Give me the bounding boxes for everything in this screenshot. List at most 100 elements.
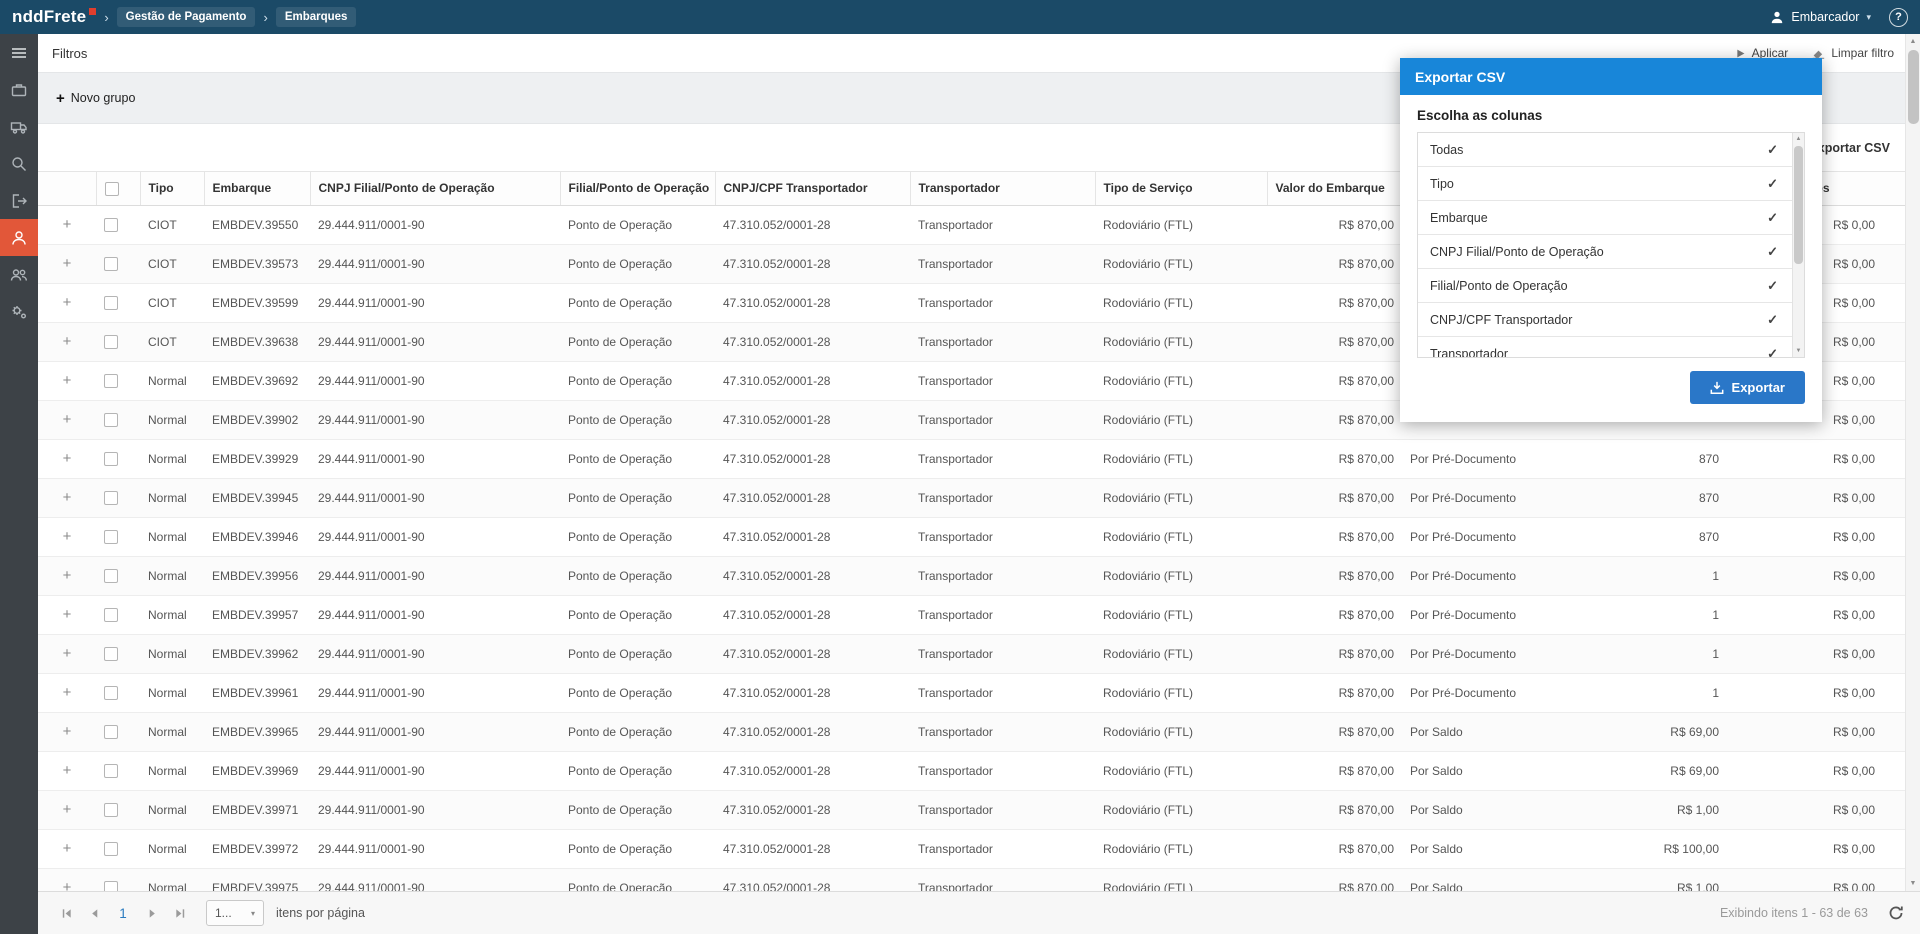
- col-header-cnpj-transportador[interactable]: CNPJ/CPF Transportador: [715, 172, 910, 206]
- sidebar-item-search[interactable]: [0, 145, 38, 182]
- export-button[interactable]: Exportar: [1690, 371, 1805, 404]
- column-option[interactable]: Filial/Ponto de Operação✓: [1418, 269, 1804, 303]
- breadcrumb-embarques[interactable]: Embarques: [276, 7, 357, 27]
- col-header-tipo-servico[interactable]: Tipo de Serviço: [1095, 172, 1267, 206]
- expand-row-icon[interactable]: +: [63, 567, 72, 584]
- cell-cnpj_transp: 47.310.052/0001-28: [715, 322, 910, 361]
- row-checkbox[interactable]: [104, 725, 118, 739]
- row-checkbox[interactable]: [104, 803, 118, 817]
- cell-transportador: Transportador: [910, 205, 1095, 244]
- row-checkbox[interactable]: [104, 764, 118, 778]
- scrollbar-thumb[interactable]: [1908, 50, 1919, 124]
- cell-servico: Rodoviário (FTL): [1095, 751, 1267, 790]
- cell-tipo: Normal: [140, 361, 204, 400]
- row-checkbox[interactable]: [104, 218, 118, 232]
- play-icon: [1735, 48, 1746, 59]
- col-header-valor-embarque[interactable]: Valor do Embarque: [1267, 172, 1402, 206]
- sidebar-item-settings[interactable]: [0, 293, 38, 330]
- scroll-up-icon[interactable]: ▲: [1793, 136, 1804, 142]
- first-page-button[interactable]: [54, 901, 78, 925]
- column-option[interactable]: Todas✓: [1418, 133, 1804, 167]
- column-option[interactable]: CNPJ Filial/Ponto de Operação✓: [1418, 235, 1804, 269]
- check-icon: ✓: [1767, 244, 1778, 260]
- scroll-down-icon[interactable]: ▼: [1793, 348, 1804, 354]
- expand-row-icon[interactable]: +: [63, 294, 72, 311]
- cell-valor: R$ 870,00: [1267, 478, 1402, 517]
- expand-row-icon[interactable]: +: [63, 684, 72, 701]
- sidebar-item-users[interactable]: [0, 256, 38, 293]
- cell-filial: Ponto de Operação: [560, 751, 715, 790]
- row-checkbox[interactable]: [104, 569, 118, 583]
- expand-row-icon[interactable]: +: [63, 411, 72, 428]
- last-page-button[interactable]: [168, 901, 192, 925]
- breadcrumb-gestao-pagamento[interactable]: Gestão de Pagamento: [117, 7, 256, 27]
- column-option[interactable]: Embarque✓: [1418, 201, 1804, 235]
- cell-cnpj_filial: 29.444.911/0001-90: [310, 361, 560, 400]
- page-size-select[interactable]: 1... ▾: [206, 900, 264, 926]
- cell-filial: Ponto de Operação: [560, 400, 715, 439]
- cell-saldo: 1: [1572, 556, 1727, 595]
- cell-cnpj_transp: 47.310.052/0001-28: [715, 478, 910, 517]
- col-header-checkbox: [96, 172, 140, 206]
- menu-toggle-button[interactable]: [0, 34, 38, 71]
- scroll-down-icon[interactable]: ▼: [1906, 880, 1920, 887]
- clear-filter-button[interactable]: Limpar filtro: [1812, 46, 1894, 60]
- cell-embarque: EMBDEV.39550: [204, 205, 310, 244]
- new-group-button[interactable]: + Novo grupo: [56, 90, 135, 107]
- expand-row-icon[interactable]: +: [63, 216, 72, 233]
- col-header-cnpj-filial[interactable]: CNPJ Filial/Ponto de Operação: [310, 172, 560, 206]
- cell-valor: R$ 870,00: [1267, 517, 1402, 556]
- sidebar-item-shipments[interactable]: [0, 108, 38, 145]
- expand-row-icon[interactable]: +: [63, 606, 72, 623]
- expand-row-icon[interactable]: +: [63, 372, 72, 389]
- next-page-button[interactable]: [140, 901, 164, 925]
- current-page-button[interactable]: 1: [110, 900, 136, 926]
- expand-row-icon[interactable]: +: [63, 450, 72, 467]
- col-header-transportador[interactable]: Transportador: [910, 172, 1095, 206]
- row-checkbox[interactable]: [104, 413, 118, 427]
- help-icon[interactable]: ?: [1889, 8, 1908, 27]
- expand-row-icon[interactable]: +: [63, 255, 72, 272]
- row-checkbox[interactable]: [104, 647, 118, 661]
- expand-row-icon[interactable]: +: [63, 333, 72, 350]
- sidebar-item-account[interactable]: [0, 219, 38, 256]
- column-list-scrollbar[interactable]: ▲ ▼: [1792, 133, 1804, 357]
- column-option[interactable]: Transportador✓: [1418, 337, 1804, 358]
- page-scrollbar[interactable]: ▲ ▼: [1905, 34, 1920, 891]
- col-header-embarque[interactable]: Embarque: [204, 172, 310, 206]
- row-checkbox[interactable]: [104, 842, 118, 856]
- expand-row-icon[interactable]: +: [63, 723, 72, 740]
- cell-tipo: Normal: [140, 751, 204, 790]
- row-checkbox[interactable]: [104, 686, 118, 700]
- user-menu-button[interactable]: Embarcador ▾: [1770, 10, 1871, 24]
- expand-row-icon[interactable]: +: [63, 801, 72, 818]
- expand-row-icon[interactable]: +: [63, 840, 72, 857]
- row-checkbox[interactable]: [104, 374, 118, 388]
- table-row: +NormalEMBDEV.3996229.444.911/0001-90Pon…: [38, 634, 1905, 673]
- scroll-up-icon[interactable]: ▲: [1906, 38, 1920, 45]
- row-checkbox[interactable]: [104, 296, 118, 310]
- expand-row-icon[interactable]: +: [63, 645, 72, 662]
- cell-cnpj_filial: 29.444.911/0001-90: [310, 790, 560, 829]
- cell-custos: R$ 0,00: [1727, 673, 1905, 712]
- select-all-checkbox[interactable]: [105, 182, 119, 196]
- row-checkbox[interactable]: [104, 452, 118, 466]
- app-logo[interactable]: nddFrete: [12, 7, 96, 27]
- column-option[interactable]: Tipo✓: [1418, 167, 1804, 201]
- expand-row-icon[interactable]: +: [63, 489, 72, 506]
- scrollbar-thumb[interactable]: [1794, 146, 1803, 264]
- sidebar-item-logout[interactable]: [0, 182, 38, 219]
- row-checkbox[interactable]: [104, 335, 118, 349]
- row-checkbox[interactable]: [104, 530, 118, 544]
- expand-row-icon[interactable]: +: [63, 762, 72, 779]
- column-option[interactable]: CNPJ/CPF Transportador✓: [1418, 303, 1804, 337]
- sidebar-item-briefcase[interactable]: [0, 71, 38, 108]
- col-header-filial[interactable]: Filial/Ponto de Operação: [560, 172, 715, 206]
- row-checkbox[interactable]: [104, 257, 118, 271]
- row-checkbox[interactable]: [104, 491, 118, 505]
- prev-page-button[interactable]: [82, 901, 106, 925]
- expand-row-icon[interactable]: +: [63, 528, 72, 545]
- row-checkbox[interactable]: [104, 608, 118, 622]
- col-header-tipo[interactable]: Tipo: [140, 172, 204, 206]
- refresh-button[interactable]: [1888, 905, 1904, 921]
